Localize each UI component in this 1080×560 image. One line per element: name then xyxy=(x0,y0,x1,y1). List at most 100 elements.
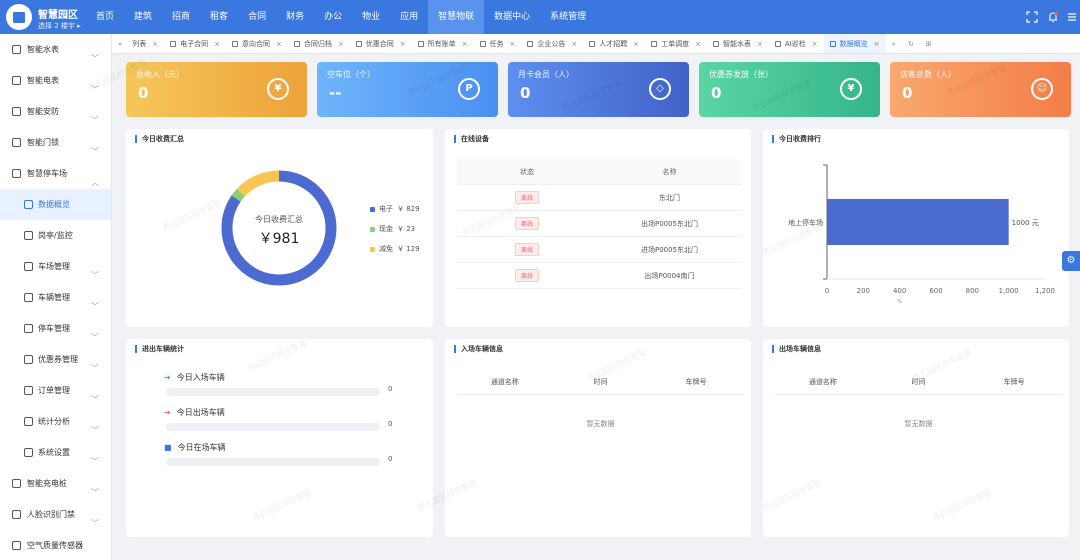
close-icon[interactable]: × xyxy=(812,40,818,48)
menu-icon[interactable] xyxy=(1066,11,1078,23)
tab[interactable]: 工单调度 × xyxy=(645,34,707,53)
bell-icon[interactable] xyxy=(1047,11,1059,23)
sidebar-item[interactable]: 车场管理 ﹀ xyxy=(0,251,111,282)
tab[interactable]: 合同归档 × xyxy=(288,34,350,53)
sidebar-item[interactable]: 停车管理 ﹀ xyxy=(0,313,111,344)
x-tick-label: 1,000 xyxy=(999,287,1019,295)
legend-amount: ￥ 129 xyxy=(397,245,420,253)
legend-amount: ￥ 23 xyxy=(397,225,416,233)
device-name: 进场P0005东北门 xyxy=(640,245,699,254)
tab-label: 意向合同 xyxy=(242,39,271,48)
close-icon[interactable]: × xyxy=(510,40,516,48)
sidebar-item[interactable]: 系统设置 ﹀ xyxy=(0,437,111,468)
bar-data-label: 1000 元 xyxy=(1012,219,1039,227)
sidebar-item[interactable]: 统计分析 ﹀ xyxy=(0,406,111,437)
nav-item[interactable]: 物业 xyxy=(352,0,390,34)
refresh-icon[interactable]: ↻ xyxy=(902,40,920,48)
settings-gear-icon[interactable]: ⚙ xyxy=(1062,251,1080,271)
device-name: 出场P0004南门 xyxy=(644,271,695,280)
close-icon[interactable]: × xyxy=(152,40,158,48)
table-row[interactable]: 离线 出场P0005东北门 xyxy=(457,211,742,237)
close-icon[interactable]: × xyxy=(633,40,639,48)
tabs-scroll-right-icon[interactable]: » xyxy=(886,40,902,48)
sidebar-item[interactable]: 人脸识别门禁 ﹀ xyxy=(0,499,111,530)
panel-title: 进出车辆统计 xyxy=(135,345,184,353)
tab[interactable]: 数据概览 × xyxy=(823,34,886,53)
status-cell: 离线 xyxy=(457,217,597,230)
x-tick-label: 400 xyxy=(893,287,906,295)
tabs-scroll-left-icon[interactable]: « xyxy=(112,40,126,48)
close-icon[interactable]: × xyxy=(757,40,763,48)
sidebar-item[interactable]: 智能安防 ﹀ xyxy=(0,96,111,127)
sidebar-item[interactable]: 空气质量传感器 xyxy=(0,530,111,560)
nav-item[interactable]: 建筑 xyxy=(124,0,162,34)
sidebar-item[interactable]: 智能水表 ﹀ xyxy=(0,34,111,65)
sidebar-item[interactable]: 智慧停车场 ︿ xyxy=(0,158,111,189)
nav-item[interactable]: 系统管理 xyxy=(540,0,596,34)
tab[interactable]: 智能水表 × xyxy=(707,34,769,53)
sidebar-item[interactable]: 订单管理 ﹀ xyxy=(0,375,111,406)
tab-label: 合同归档 xyxy=(303,39,332,48)
tab-label: 数据概览 xyxy=(839,39,868,48)
sidebar-item[interactable]: 智能充电桩 ﹀ xyxy=(0,468,111,499)
close-icon[interactable]: × xyxy=(874,40,880,48)
tab[interactable]: 优惠合同 × xyxy=(350,34,412,53)
sidebar-item[interactable]: 智能门锁 ﹀ xyxy=(0,127,111,158)
nav-item[interactable]: 办公 xyxy=(314,0,352,34)
tab-label: 优惠合同 xyxy=(365,39,394,48)
car-icon: ■ xyxy=(164,443,172,452)
nav-item[interactable]: 应用 xyxy=(390,0,428,34)
close-icon[interactable]: × xyxy=(400,40,406,48)
nav-item[interactable]: 合同 xyxy=(238,0,276,34)
status-cell: 离线 xyxy=(457,269,597,282)
sidebar-item[interactable]: 岗亭/监控 xyxy=(0,220,111,251)
close-icon[interactable]: × xyxy=(338,40,344,48)
tab[interactable]: 列表 × xyxy=(126,34,164,53)
sidebar-item-label: 岗亭/监控 xyxy=(38,231,73,240)
stat-card: 优惠券发放（张） 0 ¥ xyxy=(699,62,880,117)
table-row[interactable]: 离线 出场P0004南门 xyxy=(457,263,742,289)
sidebar-item[interactable]: 优惠券管理 ﹀ xyxy=(0,344,111,375)
nav-item[interactable]: 数据中心 xyxy=(484,0,540,34)
sidebar-item[interactable]: 车辆管理 ﹀ xyxy=(0,282,111,313)
x-tick-label: 800 xyxy=(966,287,979,295)
camera-icon xyxy=(12,107,21,116)
table-row[interactable]: 离线 进场P0005东北门 xyxy=(457,237,742,263)
logo xyxy=(6,4,32,30)
water-meter-icon xyxy=(12,45,21,54)
vehicle-inout-panel: 进出车辆统计 ➔ 今日入场车辆 0 ➔ 今日出场车辆 0 ■ 今日在场车辆 0 xyxy=(126,339,433,537)
tab[interactable]: 电子合同 × xyxy=(164,34,226,53)
status-badge: 离线 xyxy=(514,217,539,230)
building-selector[interactable]: 选择 2 楼宇 ▸ xyxy=(38,21,81,31)
legend-label: 减免 xyxy=(379,245,393,253)
settings-icon xyxy=(24,448,33,457)
close-icon[interactable]: × xyxy=(462,40,468,48)
sidebar-item-label: 优惠券管理 xyxy=(38,355,78,364)
entry-vehicles-panel: 入场车辆信息 通道名称 时间 车牌号 暂无数据 xyxy=(445,339,751,537)
tab[interactable]: 人才招聘 × xyxy=(583,34,645,53)
online-devices-panel: 在线设备 状态 名称 离线 东北门 离线 出场P0005东北门 离线 进场P0005东北门… xyxy=(445,129,751,327)
tab[interactable]: 意向合同 × xyxy=(226,34,288,53)
table-row[interactable]: 离线 东北门 xyxy=(457,185,742,211)
tab[interactable]: 所有账单 × xyxy=(412,34,474,53)
tabs-menu-icon[interactable]: ⊞ xyxy=(920,40,938,48)
sidebar-item-label: 智能电表 xyxy=(27,76,59,85)
nav-item[interactable]: 租客 xyxy=(200,0,238,34)
sidebar-item[interactable]: 数据概览 xyxy=(0,189,111,220)
sidebar-item[interactable]: 智能电表 ﹀ xyxy=(0,65,111,96)
nav-item[interactable]: 招商 xyxy=(162,0,200,34)
tab[interactable]: 任务 × xyxy=(474,34,522,53)
close-icon[interactable]: × xyxy=(214,40,220,48)
diamond-icon: ◇ xyxy=(649,78,671,100)
close-icon[interactable]: × xyxy=(276,40,282,48)
nav-item[interactable]: 财务 xyxy=(276,0,314,34)
fullscreen-icon[interactable] xyxy=(1026,11,1038,23)
tab[interactable]: 企业公告 × xyxy=(521,34,583,53)
charger-icon xyxy=(12,479,21,488)
nav-item[interactable]: 智慧物联 xyxy=(428,0,485,34)
nav-item[interactable]: 首页 xyxy=(86,0,124,34)
close-icon[interactable]: × xyxy=(571,40,577,48)
tab[interactable]: AI巡检 × xyxy=(769,34,824,53)
column-channel: 通道名称 xyxy=(490,377,519,386)
close-icon[interactable]: × xyxy=(695,40,701,48)
